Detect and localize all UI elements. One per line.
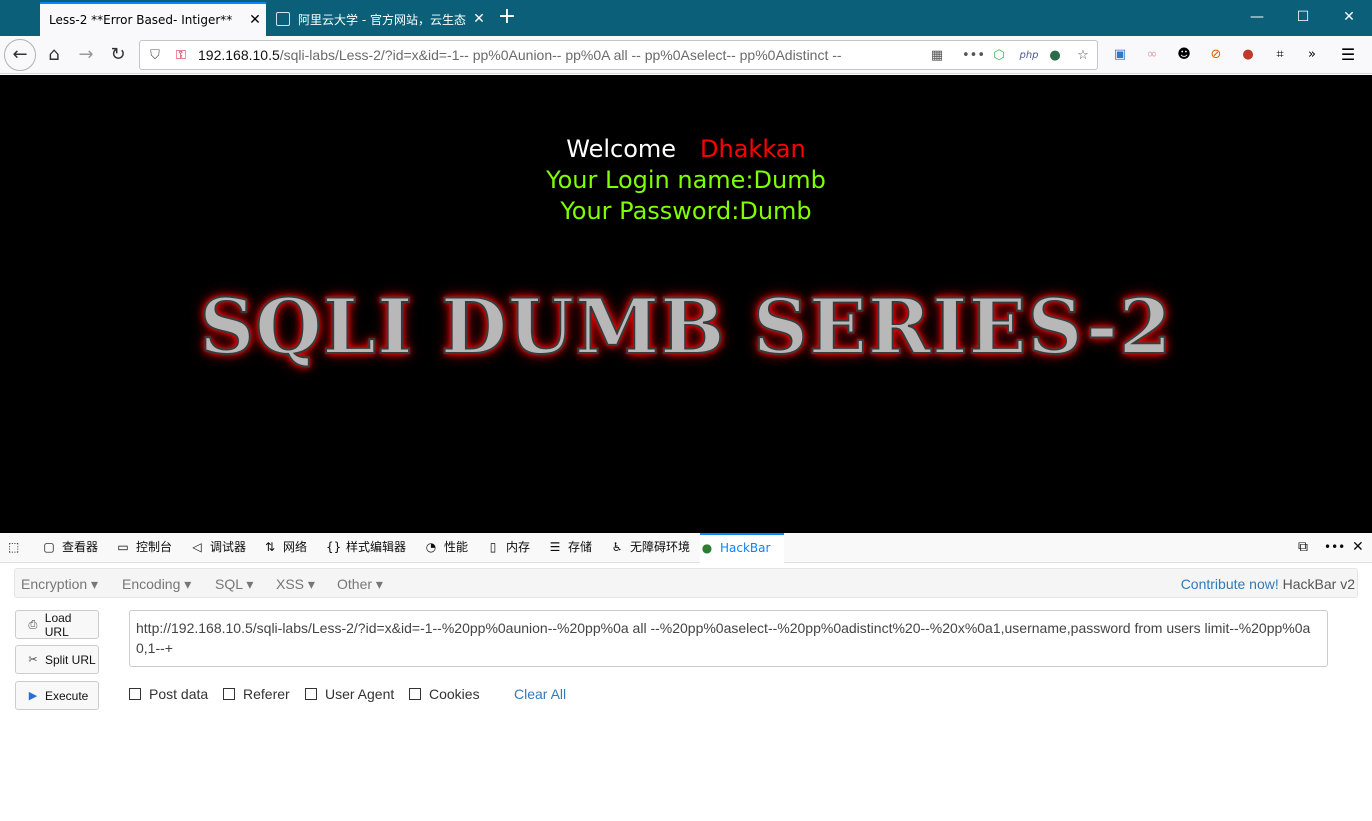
navigation-toolbar: ← ⌂ → ↻ ⛉ ⚿ 192.168.10.5/sqli-labs/Less-…	[0, 36, 1372, 74]
split-url-button[interactable]: ✂ Split URL	[15, 645, 99, 674]
crop-extension-icon[interactable]: ⌗	[1270, 45, 1290, 65]
sqli-title-logo: SQLI DUMB SERIES-2	[198, 282, 1173, 371]
php-extension-icon[interactable]: php	[1016, 47, 1042, 65]
memory-icon: ▯	[489, 540, 497, 554]
cookies-checkbox[interactable]: Cookies	[409, 686, 480, 702]
console-icon: ▭	[117, 540, 129, 554]
back-icon[interactable]: ←	[4, 39, 36, 71]
element-picker-icon[interactable]: ⬚	[8, 533, 19, 563]
hackbar-url-textarea[interactable]: http://192.168.10.5/sqli-labs/Less-2/?id…	[129, 610, 1328, 667]
new-tab-button[interactable]: +	[494, 4, 520, 30]
tab-strip: Less-2 **Error Based- Intiger** ✕ 阿里云大学 …	[0, 0, 1372, 36]
contribute-link[interactable]: Contribute now! HackBar v2	[1181, 576, 1355, 592]
checkbox-box[interactable]	[129, 688, 141, 700]
close-tab-icon[interactable]: ✕	[244, 12, 266, 28]
forward-icon[interactable]: →	[72, 41, 100, 69]
welcome-name: Dhakkan	[700, 135, 806, 163]
tab-performance[interactable]: ◔ 性能	[424, 533, 468, 563]
checkbox-box[interactable]	[305, 688, 317, 700]
close-window-button[interactable]: ✕	[1326, 0, 1372, 36]
hackbar-icon: ●	[701, 541, 713, 555]
clear-all-link[interactable]: Clear All	[514, 686, 566, 702]
load-url-icon: ⎙	[28, 618, 38, 631]
execute-button[interactable]: ▶ Execute	[15, 681, 99, 710]
network-icon: ⇅	[264, 540, 276, 554]
post-data-checkbox[interactable]: Post data	[129, 686, 208, 702]
welcome-text: Welcome	[566, 135, 677, 163]
page-actions-icon[interactable]: •••	[962, 47, 985, 65]
dock-side-icon[interactable]: ⧉	[1298, 533, 1308, 563]
nodejs-extension-icon[interactable]: ⬡	[990, 47, 1008, 65]
style-editor-icon: {}	[326, 540, 342, 554]
rings-extension-icon[interactable]: ∞	[1142, 45, 1162, 65]
aliyun-favicon-icon	[276, 12, 290, 26]
tab-memory[interactable]: ▯ 内存	[486, 533, 530, 563]
hackbar-version: HackBar v2	[1282, 576, 1355, 592]
accessibility-icon: ♿	[611, 540, 623, 554]
devtools-menu-icon[interactable]: •••	[1324, 533, 1345, 563]
address-bar[interactable]: ⛉ ⚿ 192.168.10.5/sqli-labs/Less-2/?id=x&…	[139, 40, 1098, 70]
tab-title: 阿里云大学 - 官方网站，云生态	[298, 12, 466, 27]
cloud-extension-icon[interactable]: ▣	[1110, 45, 1130, 65]
user-agent-checkbox[interactable]: User Agent	[305, 686, 394, 702]
menu-hamburger-icon[interactable]: ☰	[1338, 45, 1358, 65]
reload-icon[interactable]: ↻	[104, 41, 132, 69]
performance-icon: ◔	[425, 540, 437, 554]
tab-storage[interactable]: ☰ 存储	[548, 533, 592, 563]
url-text[interactable]: 192.168.10.5/sqli-labs/Less-2/?id=x&id=-…	[198, 47, 888, 63]
close-devtools-icon[interactable]: ✕	[1352, 533, 1364, 563]
tab-less-2[interactable]: Less-2 **Error Based- Intiger** ✕	[40, 2, 266, 36]
minimize-window-button[interactable]: —	[1234, 0, 1280, 36]
home-icon[interactable]: ⌂	[40, 41, 68, 69]
login-name-text: Your Login name:Dumb	[546, 166, 826, 194]
shield-icon[interactable]: ⛉	[146, 47, 164, 65]
scissors-icon: ✂	[28, 653, 38, 666]
encoding-menu[interactable]: Encoding ▾	[122, 576, 191, 593]
tab-network[interactable]: ⇅ 网络	[263, 533, 307, 563]
cookie-extension-icon[interactable]: ●	[1238, 45, 1258, 65]
checkbox-box[interactable]	[409, 688, 421, 700]
inspector-icon: ▢	[43, 540, 55, 554]
debugger-icon: ◁	[192, 540, 202, 554]
overflow-chevron-icon[interactable]: »	[1302, 45, 1322, 65]
agent-extension-icon[interactable]: ☻	[1174, 45, 1194, 65]
welcome-line: Welcome Dhakkan	[0, 135, 1372, 163]
devtools-panel: ⬚ ▢ 查看器 ▭ 控制台 ◁ 调试器 ⇅ 网络 {} 样式编辑器 ◔ 性能 ▯ 内存 ☰ 存储…	[0, 533, 1372, 821]
tab-accessibility[interactable]: ♿ 无障碍环境	[610, 533, 690, 563]
block-extension-icon[interactable]: ⊘	[1206, 45, 1226, 65]
play-icon: ▶	[28, 689, 38, 702]
hackbar-menu: Encryption ▾ Encoding ▾ SQL ▾ XSS ▾ Othe…	[14, 568, 1358, 598]
tab-inspector[interactable]: ▢ 查看器	[42, 533, 98, 563]
tab-aliyun[interactable]: 阿里云大学 - 官方网站，云生态 ✕	[268, 2, 490, 36]
xss-menu[interactable]: XSS ▾	[276, 576, 315, 593]
sql-menu[interactable]: SQL ▾	[215, 576, 253, 593]
tab-style-editor[interactable]: {} 样式编辑器	[326, 533, 406, 563]
tab-debugger[interactable]: ◁ 调试器	[190, 533, 246, 563]
qr-code-icon[interactable]: ▦	[928, 47, 946, 65]
tab-hackbar[interactable]: ● HackBar	[700, 533, 784, 563]
tab-console[interactable]: ▭ 控制台	[116, 533, 172, 563]
bookmark-star-icon[interactable]: ☆	[1074, 47, 1092, 65]
globe-icon[interactable]: ●	[1046, 47, 1064, 65]
tab-title: Less-2 **Error Based- Intiger**	[49, 13, 233, 27]
other-menu[interactable]: Other ▾	[337, 576, 383, 593]
maximize-window-button[interactable]: ☐	[1280, 0, 1326, 36]
insecure-lock-icon[interactable]: ⚿	[172, 47, 190, 65]
password-text: Your Password:Dumb	[560, 197, 812, 225]
storage-icon: ☰	[549, 540, 561, 554]
checkbox-box[interactable]	[223, 688, 235, 700]
close-tab-icon[interactable]: ✕	[468, 11, 490, 27]
page-content: Welcome Dhakkan Your Login name:Dumb Your…	[0, 75, 1372, 533]
encryption-menu[interactable]: Encryption ▾	[21, 576, 98, 593]
devtools-tabbar: ⬚ ▢ 查看器 ▭ 控制台 ◁ 调试器 ⇅ 网络 {} 样式编辑器 ◔ 性能 ▯ 内存 ☰ 存储…	[0, 533, 1372, 563]
referer-checkbox[interactable]: Referer	[223, 686, 290, 702]
load-url-button[interactable]: ⎙ Load URL	[15, 610, 99, 639]
